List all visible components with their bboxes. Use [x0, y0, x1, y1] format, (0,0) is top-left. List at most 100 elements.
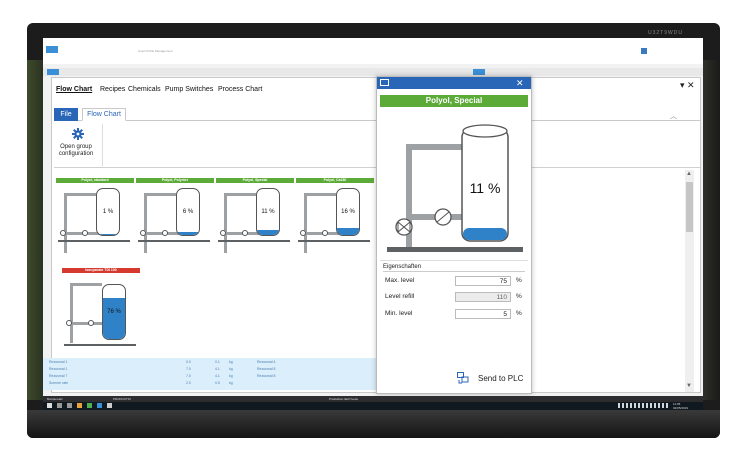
dialog-divider [380, 260, 528, 261]
tank-level-label: 76 % [107, 309, 121, 315]
open-group-configuration-label[interactable]: configuration [52, 151, 100, 157]
background-app-tab[interactable] [47, 69, 59, 75]
tank-tile[interactable]: Polyol, Special 11 % [216, 178, 294, 258]
app-icon[interactable] [97, 403, 102, 408]
valve-icon[interactable] [140, 230, 146, 236]
level-refill-unit: % [516, 293, 522, 300]
table-cell: 4.1 [215, 374, 220, 378]
screen: Ampl Profile Management Flow Chart Recip… [43, 38, 703, 410]
window-icon [380, 79, 389, 86]
tank-level-fill [463, 228, 507, 240]
background-app-button[interactable] [46, 46, 58, 53]
valve-icon[interactable] [395, 218, 413, 236]
taskbar [43, 402, 703, 410]
tank-tile-title: Polyol, Polymer [136, 178, 214, 183]
send-to-plc-button[interactable]: Send to PLC [478, 374, 523, 383]
clock-date: 02/05/2019 [673, 406, 689, 410]
ribbon-collapse-icon[interactable]: ︿ [670, 111, 677, 121]
table-cell: 0.1 [215, 360, 220, 364]
background-app-icon[interactable] [641, 48, 647, 54]
tank-pipe [70, 283, 73, 343]
tank-tile-title: Polyol, Ca180 [296, 178, 374, 183]
tank-base [387, 247, 523, 252]
tank-body: 76 % [102, 284, 126, 340]
taskbar-clock[interactable]: 11:05 02/05/2019 [673, 402, 688, 410]
table-cell: kg [229, 381, 233, 385]
tank-body: 16 % [336, 188, 360, 236]
ribbon-tab-flow-chart[interactable]: Flow Chart [82, 108, 126, 121]
tank-pipe [304, 193, 336, 196]
tab-flow-chart[interactable]: Flow Chart [56, 86, 92, 93]
valve-icon[interactable] [220, 230, 226, 236]
tank-body: 1 % [96, 188, 120, 236]
scrollbar-thumb[interactable] [686, 182, 693, 232]
tank-cap [462, 124, 508, 138]
tank-level-fill [177, 232, 199, 235]
tank-tile-title: Polyol, standard [56, 178, 134, 183]
table-cell: Rezusmal 4 [257, 360, 276, 364]
app-icon[interactable] [87, 403, 92, 408]
tank-level-fill [97, 234, 119, 235]
explorer-icon[interactable] [77, 403, 82, 408]
table-cell: kg [229, 367, 233, 371]
gear-icon[interactable] [72, 128, 84, 140]
valve-icon[interactable] [66, 320, 72, 326]
tank-title: Polyol, Special [380, 95, 528, 107]
background-app-tab[interactable] [473, 69, 485, 75]
tank-tile[interactable]: Polyol, Ca180 16 % [296, 178, 374, 258]
system-tray[interactable] [618, 403, 668, 408]
pump-icon[interactable] [162, 230, 168, 236]
valve-icon[interactable] [300, 230, 306, 236]
monitor-bezel [27, 410, 720, 438]
search-icon[interactable] [57, 403, 62, 408]
tank-diagram: 11 % [387, 124, 523, 252]
level-refill-field: 110 [455, 292, 511, 302]
pump-icon[interactable] [242, 230, 248, 236]
min-level-input[interactable]: 5 [455, 309, 511, 319]
ribbon-tab-file[interactable]: File [54, 108, 78, 121]
windows-start-icon[interactable] [47, 403, 52, 408]
tank-base [58, 240, 130, 242]
table-cell: 2.0 [186, 381, 191, 385]
window-controls[interactable]: ▾ ✕ [680, 80, 695, 91]
tank-pipes [406, 144, 472, 247]
tank-tile[interactable]: Isocyanate TDI 100 76 % [62, 268, 140, 348]
plc-send-icon[interactable] [457, 372, 469, 384]
pump-icon[interactable] [82, 230, 88, 236]
tank-level-fill [337, 227, 359, 235]
scroll-up-icon[interactable]: ▲ [686, 171, 692, 177]
open-group-configuration-label[interactable]: Open group [52, 144, 100, 150]
task-view-icon[interactable] [67, 403, 72, 408]
tank-level-fill [257, 229, 279, 235]
tank-pipe [64, 193, 96, 196]
tab-pump-switches[interactable]: Pump Switches [165, 86, 213, 93]
min-level-unit: % [516, 310, 522, 317]
table-cell: Rezusmal 7 [49, 374, 68, 378]
app-icon[interactable] [107, 403, 112, 408]
pump-icon[interactable] [322, 230, 328, 236]
tank-detail-dialog: ✕ Polyol, Special 11 % Eigenschaften Max… [376, 76, 532, 394]
tank-pipe [144, 193, 176, 196]
valve-icon[interactable] [60, 230, 66, 236]
tank-tile[interactable]: Polyol, standard 1 % [56, 178, 134, 258]
pump-icon[interactable] [88, 320, 94, 326]
tank-level-label: 16 % [341, 209, 355, 215]
tank-pipe [64, 193, 67, 253]
properties-title: Eigenschaften [383, 264, 422, 270]
tank-pipe [70, 283, 102, 286]
max-level-unit: % [516, 277, 522, 284]
tank-tile[interactable]: Polyol, Polymer 6 % [136, 178, 214, 258]
tank-base [138, 240, 210, 242]
table-cell: 4.1 [215, 367, 220, 371]
max-level-input[interactable]: 75 [455, 276, 511, 286]
close-icon[interactable]: ✕ [516, 77, 524, 89]
max-level-label: Max. level [385, 277, 415, 284]
tab-recipes[interactable]: Recipes [100, 86, 125, 93]
pump-icon[interactable] [434, 208, 452, 226]
tank-body: 11 % [256, 188, 280, 236]
tab-process-chart[interactable]: Process Chart [218, 86, 262, 93]
scroll-down-icon[interactable]: ▼ [686, 383, 692, 389]
tab-chemicals[interactable]: Chemicals [128, 86, 161, 93]
tank-tile-title: Isocyanate TDI 100 [62, 268, 140, 273]
table-cell: Rezusmal 5 [257, 367, 276, 371]
